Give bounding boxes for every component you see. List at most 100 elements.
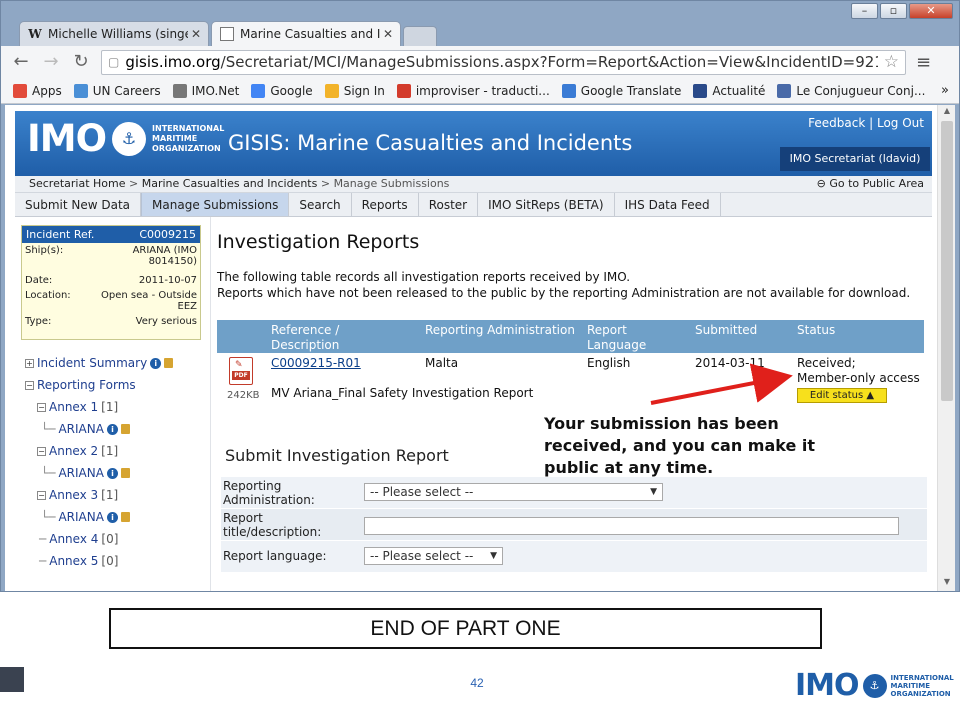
bookmark-item[interactable]: Google <box>251 83 313 98</box>
bookmark-star-icon[interactable]: ☆ <box>884 52 899 72</box>
tree-label[interactable]: Reporting Forms <box>37 378 136 392</box>
close-window-button[interactable]: ✕ <box>909 3 953 19</box>
lock-icon <box>164 358 174 368</box>
breadcrumb-separator: > <box>320 177 334 190</box>
tree-item-annex-2[interactable]: − Annex 2 [1] <box>25 440 210 462</box>
new-tab-button[interactable] <box>403 26 437 46</box>
nav-tab-imo-sitreps-beta[interactable]: IMO SitReps (BETA) <box>478 193 615 216</box>
collapse-icon[interactable]: − <box>25 380 34 390</box>
tab-strip: W Michelle Williams (singer) ✕ Marine Ca… <box>19 21 437 46</box>
tree-label[interactable]: ARIANA <box>58 466 103 480</box>
report-reference-link[interactable]: C0009215-R01 <box>271 356 361 370</box>
language-select[interactable]: -- Please select -- ▼ <box>364 547 503 565</box>
select-value: -- Please select -- <box>370 549 474 563</box>
tree-item-ship[interactable]: └─ ARIANA i <box>25 462 210 484</box>
pdf-glyph: ✎ <box>235 360 243 370</box>
tree-item-annex-1[interactable]: − Annex 1 [1] <box>25 396 210 418</box>
forward-arrow-icon[interactable]: → <box>41 52 61 72</box>
info-icon[interactable]: i <box>106 511 118 523</box>
info-icon[interactable]: i <box>106 423 118 435</box>
tree-connector: ─ <box>39 532 47 546</box>
reporting-administration: Malta <box>425 356 459 370</box>
corner-decoration <box>0 667 24 692</box>
slide: – ▫ ✕ W Michelle Williams (singer) ✕ Mar… <box>0 0 960 720</box>
hamburger-menu-icon[interactable]: ≡ <box>916 52 931 73</box>
file-size: 242KB <box>227 390 260 401</box>
vertical-scrollbar[interactable]: ▲ ▼ <box>937 105 956 591</box>
intro-text: The following table records all investig… <box>217 269 917 301</box>
bookmark-item[interactable]: improviser - traducti... <box>396 83 550 98</box>
status-text: Received; Member-only access <box>797 356 920 385</box>
back-arrow-icon[interactable]: ← <box>11 52 31 72</box>
incident-ref: C0009215 <box>139 228 196 241</box>
browser-toolbar: ← → ↻ ▢ gisis.imo.org/Secretariat/MCI/Ma… <box>1 46 959 78</box>
edit-status-button[interactable]: Edit status ▲ <box>797 388 887 403</box>
address-bar[interactable]: ▢ gisis.imo.org/Secretariat/MCI/ManageSu… <box>101 49 906 75</box>
tree-label[interactable]: Annex 5 <box>49 554 98 568</box>
imo-seal-icon: ⚓ <box>112 122 147 156</box>
minimize-button[interactable]: – <box>851 3 878 19</box>
close-tab-icon[interactable]: ✕ <box>191 27 201 41</box>
expand-icon[interactable]: + <box>25 358 34 368</box>
imo-logo[interactable]: IMO ⚓ INTERNATIONAL MARITIME ORGANIZATION <box>27 119 224 159</box>
tree-item-annex-4[interactable]: ─ Annex 4 [0] <box>25 528 210 550</box>
public-area-link[interactable]: ⊖ Go to Public Area <box>817 177 924 190</box>
info-icon[interactable]: i <box>150 357 162 369</box>
bookmark-item[interactable]: Apps <box>13 83 62 98</box>
tree-label[interactable]: Annex 2 <box>49 444 98 458</box>
collapse-icon[interactable]: − <box>37 490 46 500</box>
column-header: Submitted <box>695 323 758 337</box>
nav-tab-submit-new-data[interactable]: Submit New Data <box>15 193 142 216</box>
bookmark-item[interactable]: IMO.Net <box>172 83 240 98</box>
more-bookmarks-icon[interactable]: » <box>941 83 949 98</box>
tree-label[interactable]: Annex 4 <box>49 532 98 546</box>
bookmark-item[interactable]: Google Translate <box>561 83 681 98</box>
breadcrumb-item[interactable]: Marine Casualties and Incidents <box>142 177 318 190</box>
scroll-up-icon[interactable]: ▲ <box>938 106 956 120</box>
page-icon: ▢ <box>108 55 120 69</box>
info-icon[interactable]: i <box>106 467 118 479</box>
nav-tab-reports[interactable]: Reports <box>352 193 419 216</box>
feedback-link[interactable]: Feedback <box>808 116 865 130</box>
close-tab-icon[interactable]: ✕ <box>383 27 393 41</box>
tree-label[interactable]: Annex 1 <box>49 400 98 414</box>
maximize-button[interactable]: ▫ <box>880 3 907 19</box>
bookmark-label: improviser - traducti... <box>415 83 550 98</box>
tree-label[interactable]: ARIANA <box>58 422 103 436</box>
tree-item-reporting-forms[interactable]: − Reporting Forms <box>25 374 210 396</box>
scroll-down-icon[interactable]: ▼ <box>938 577 956 591</box>
breadcrumb-item[interactable]: Secretariat Home <box>29 177 126 190</box>
bookmark-item[interactable]: Sign In <box>324 83 385 98</box>
reload-icon[interactable]: ↻ <box>71 52 91 72</box>
browser-tab-gisis[interactable]: Marine Casualties and Inci ✕ <box>211 21 401 46</box>
page-icon <box>220 27 234 41</box>
tree-label[interactable]: Annex 3 <box>49 488 98 502</box>
tree-item-incident-summary[interactable]: + Incident Summary i <box>25 352 210 374</box>
url-host: gisis.imo.org <box>125 53 221 71</box>
bookmark-label: IMO.Net <box>191 83 240 98</box>
report-language: English <box>587 356 631 370</box>
nav-tab-roster[interactable]: Roster <box>419 193 479 216</box>
tree-item-ship[interactable]: └─ ARIANA i <box>25 418 210 440</box>
bookmark-item[interactable]: Actualité <box>693 83 765 98</box>
pdf-icon[interactable]: ✎ PDF <box>229 357 253 385</box>
nav-tab-ihs-data-feed[interactable]: IHS Data Feed <box>615 193 721 216</box>
collapse-icon[interactable]: − <box>37 446 46 456</box>
administration-select[interactable]: -- Please select -- ▼ <box>364 483 663 501</box>
tree-label[interactable]: ARIANA <box>58 510 103 524</box>
tree-item-ship[interactable]: └─ ARIANA i <box>25 506 210 528</box>
scroll-thumb[interactable] <box>941 121 953 401</box>
nav-tab-manage-submissions[interactable]: Manage Submissions <box>141 193 290 216</box>
tree-item-annex-5[interactable]: ─ Annex 5 [0] <box>25 550 210 572</box>
bookmark-item[interactable]: Le Conjugueur Conj... <box>777 83 925 98</box>
site-title: GISIS: Marine Casualties and Incidents <box>228 131 633 155</box>
tree-label[interactable]: Incident Summary <box>37 356 147 370</box>
tree-item-annex-3[interactable]: − Annex 3 [1] <box>25 484 210 506</box>
report-title-input[interactable] <box>364 517 899 535</box>
collapse-icon[interactable]: − <box>37 402 46 412</box>
bookmark-item[interactable]: UN Careers <box>73 83 161 98</box>
logout-link[interactable]: Log Out <box>877 116 924 130</box>
nav-tab-search[interactable]: Search <box>289 193 352 216</box>
breadcrumb-current: Manage Submissions <box>333 177 450 190</box>
browser-tab-wikipedia[interactable]: W Michelle Williams (singer) ✕ <box>19 21 209 46</box>
